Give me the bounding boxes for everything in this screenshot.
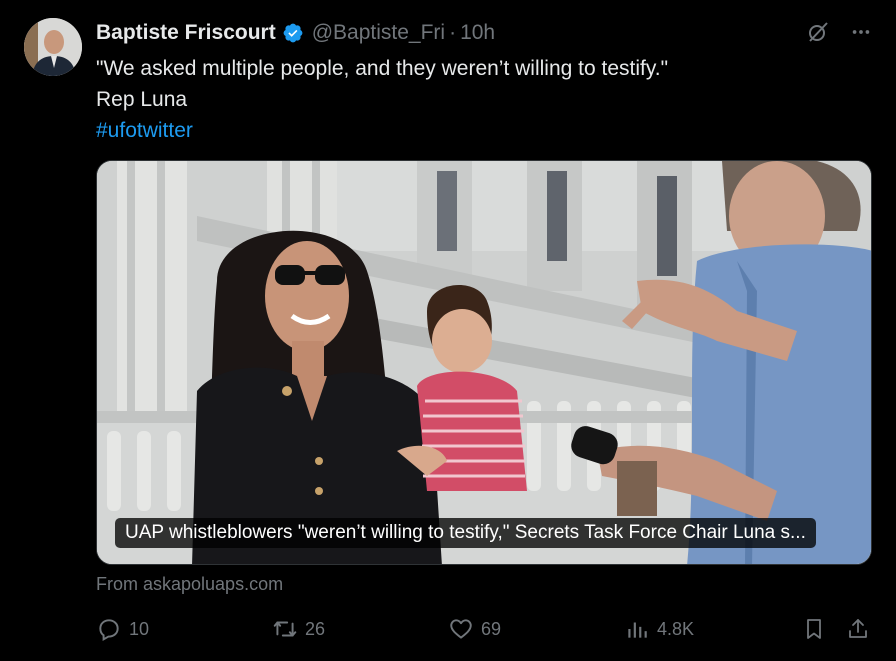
hashtag-link[interactable]: #ufotwitter bbox=[96, 115, 668, 146]
avatar-image bbox=[24, 18, 82, 76]
more-icon[interactable] bbox=[850, 21, 872, 48]
author-handle[interactable]: @Baptiste_Fri bbox=[312, 21, 445, 45]
share-button[interactable] bbox=[846, 616, 870, 642]
views-button[interactable]: 4.8K bbox=[624, 616, 694, 642]
like-button[interactable]: 69 bbox=[448, 616, 501, 642]
tweet-text-attribution: Rep Luna bbox=[96, 88, 188, 111]
tweet-actions-bar: 10 26 69 4.8K bbox=[96, 616, 872, 646]
repost-count: 26 bbox=[305, 618, 326, 639]
timestamp[interactable]: 10h bbox=[460, 21, 495, 45]
link-source[interactable]: From askapoluaps.com bbox=[96, 574, 283, 595]
bookmark-icon bbox=[802, 616, 826, 642]
reply-count: 10 bbox=[129, 618, 150, 639]
media-caption: UAP whistleblowers "weren’t willing to t… bbox=[115, 518, 816, 548]
repost-icon bbox=[272, 616, 298, 642]
heart-icon bbox=[448, 616, 474, 642]
bookmark-button[interactable] bbox=[802, 616, 826, 642]
tweet-text: "We asked multiple people, and they were… bbox=[96, 53, 668, 146]
share-icon bbox=[846, 616, 870, 642]
reply-icon bbox=[96, 616, 122, 642]
verified-badge-icon bbox=[282, 22, 304, 44]
tweet-text-quote: "We asked multiple people, and they were… bbox=[96, 57, 669, 80]
views-icon bbox=[624, 616, 650, 642]
tweet-header: Baptiste Friscourt @Baptiste_Fri · 10h bbox=[96, 20, 495, 46]
link-card-media[interactable]: UAP whistleblowers "weren’t willing to t… bbox=[96, 160, 872, 565]
separator-dot: · bbox=[449, 21, 457, 44]
repost-button[interactable]: 26 bbox=[272, 616, 325, 642]
like-count: 69 bbox=[481, 618, 502, 639]
grok-icon[interactable] bbox=[806, 20, 830, 49]
media-photo bbox=[97, 161, 871, 564]
tweet-top-actions bbox=[806, 20, 872, 49]
tweet[interactable]: Baptiste Friscourt @Baptiste_Fri · 10h "… bbox=[0, 0, 896, 661]
reply-button[interactable]: 10 bbox=[96, 616, 149, 642]
avatar[interactable] bbox=[24, 18, 82, 76]
author-name[interactable]: Baptiste Friscourt bbox=[96, 21, 276, 45]
views-count: 4.8K bbox=[657, 618, 695, 639]
